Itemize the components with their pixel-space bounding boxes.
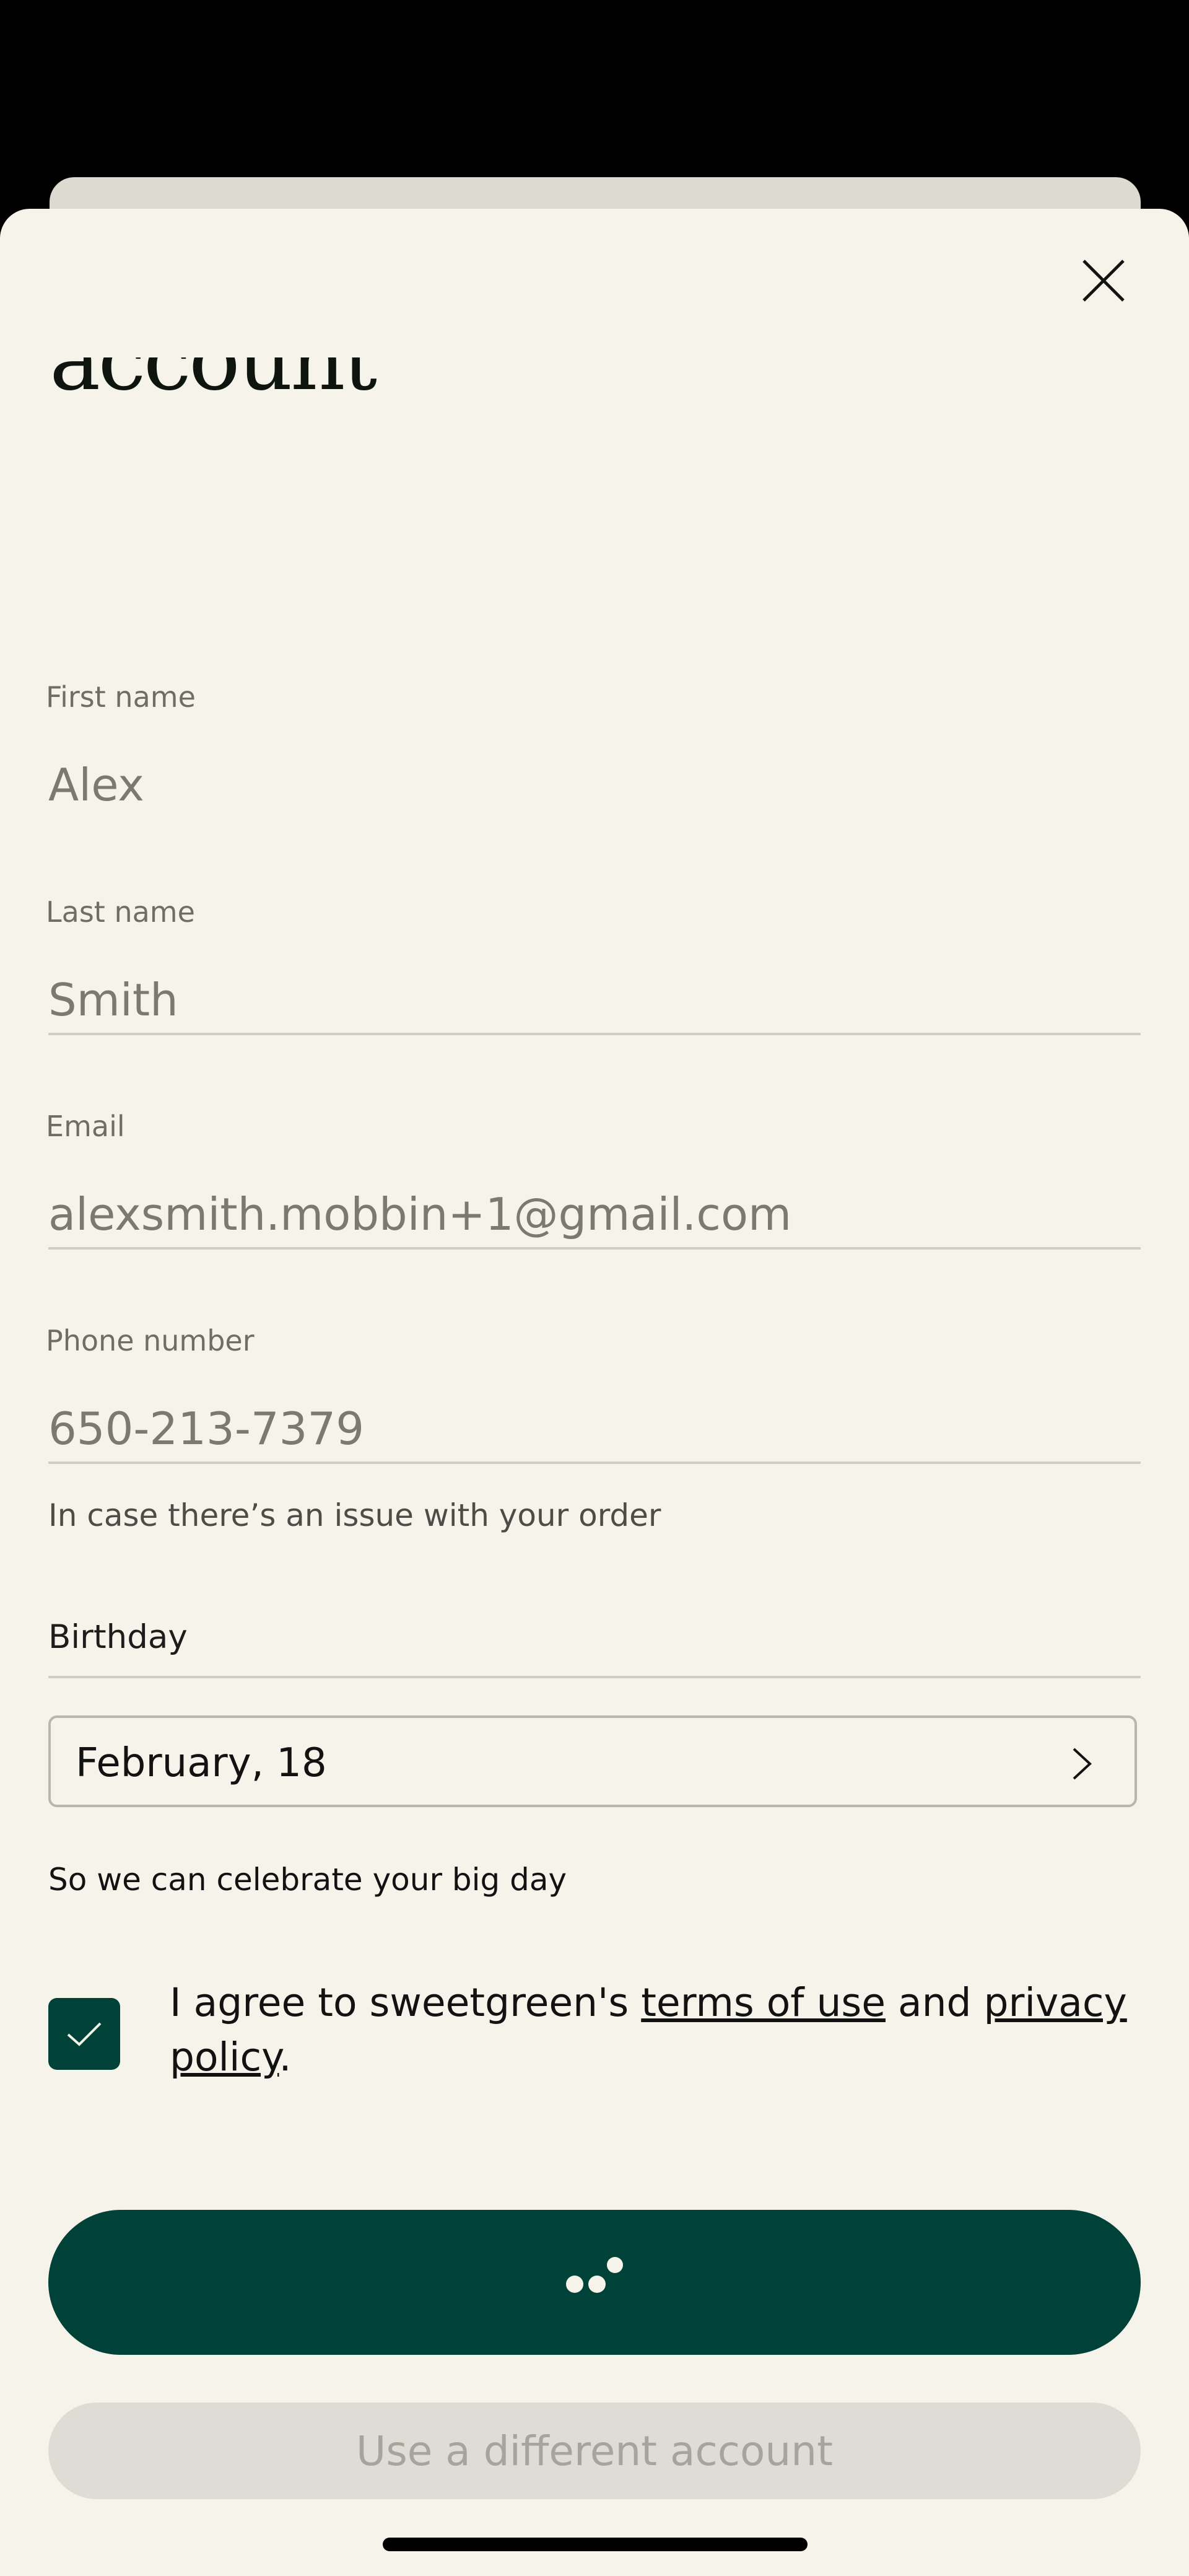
checkmark-icon (67, 2022, 102, 2046)
last-name-label: Last name (46, 895, 195, 929)
page-title: Welcome! Create your account (50, 357, 377, 410)
birthday-picker[interactable]: February, 18 (48, 1715, 1137, 1807)
loading-dot (607, 2257, 623, 2273)
use-different-account-button[interactable]: Use a different account (48, 2403, 1141, 2499)
agreement-suffix: . (279, 2035, 292, 2080)
last-name-field[interactable]: Smith (48, 974, 1141, 1042)
phone-helper-text: In case there’s an issue with your order (48, 1497, 661, 1533)
create-account-button[interactable] (48, 2210, 1141, 2355)
birthday-label: Birthday (48, 1618, 188, 1656)
loading-dot (588, 2276, 606, 2293)
agreement-text: I agree to sweetgreen's terms of use and… (170, 1976, 1136, 2085)
terms-of-use-link[interactable]: terms of use (641, 1980, 886, 2025)
email-label: Email (46, 1110, 125, 1143)
phone-label: Phone number (46, 1324, 255, 1357)
agreement-middle: and (885, 1980, 984, 2025)
phone-underline (48, 1676, 1141, 1678)
birthday-helper-text: So we can celebrate your big day (48, 1862, 567, 1898)
first-name-field[interactable]: Alex (48, 759, 1141, 827)
loading-dot (566, 2276, 583, 2293)
home-indicator (383, 2538, 808, 2551)
agreement-prefix: I agree to sweetgreen's (170, 1980, 642, 2025)
birthday-value: February, 18 (76, 1740, 327, 1786)
close-icon (1082, 260, 1125, 302)
chevron-right-icon (1073, 1748, 1092, 1780)
create-account-sheet: Welcome! Create your account First name … (0, 209, 1189, 2576)
agree-checkbox[interactable] (48, 1998, 120, 2070)
first-name-label: First name (46, 680, 196, 714)
close-button[interactable] (1069, 246, 1138, 315)
email-field[interactable]: alexsmith.mobbin+1@gmail.com (48, 1188, 1141, 1256)
phone-field[interactable]: 650-213-7379 (48, 1403, 1141, 1471)
